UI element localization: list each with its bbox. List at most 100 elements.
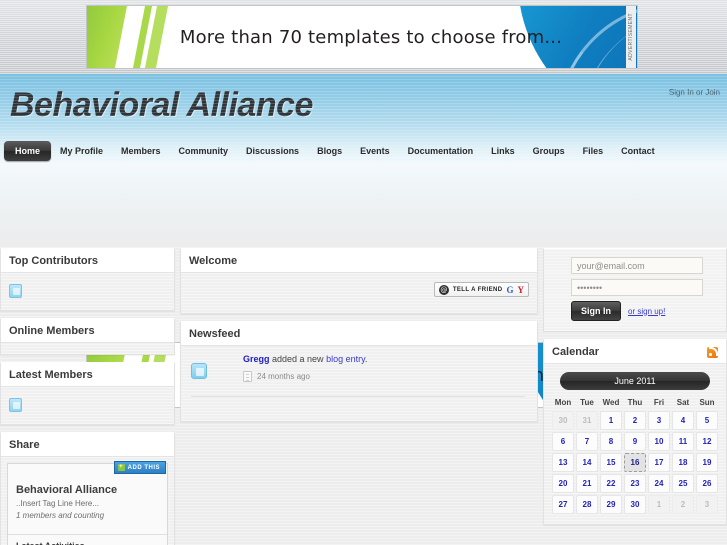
hero-ad-area bbox=[0, 164, 727, 247]
newsfeed-entry-text: Gregg added a new blog entry. bbox=[243, 354, 529, 364]
weekday-sat: Sat bbox=[676, 398, 690, 407]
advertisement-label-text: ADVERTISEMENT bbox=[628, 13, 634, 61]
share-preview-box: Behavioral Alliance ..Insert Tag Line He… bbox=[7, 463, 168, 545]
nav-item-home[interactable]: Home bbox=[4, 141, 52, 161]
calendar-day[interactable]: 14 bbox=[576, 453, 598, 472]
calendar-day[interactable]: 27 bbox=[552, 495, 574, 514]
calendar-day[interactable]: 17 bbox=[648, 453, 670, 472]
yahoo-icon[interactable]: Y bbox=[518, 285, 525, 295]
signin-button[interactable]: Sign In bbox=[571, 301, 621, 321]
nav-item-documentation[interactable]: Documentation bbox=[399, 141, 483, 161]
calendar-day[interactable]: 26 bbox=[696, 474, 718, 493]
calendar-day: 30 bbox=[552, 411, 574, 430]
nav-item-community[interactable]: Community bbox=[170, 141, 238, 161]
nav-item-files[interactable]: Files bbox=[574, 141, 613, 161]
online-members-body bbox=[1, 343, 174, 354]
latest-members-header: Latest Members bbox=[1, 363, 174, 387]
addthis-button[interactable]: + ADD THIS bbox=[113, 461, 166, 474]
calendar-day[interactable]: 12 bbox=[696, 432, 718, 451]
calendar-month-label: June 2011 bbox=[560, 372, 710, 390]
nav-item-links[interactable]: Links bbox=[482, 141, 524, 161]
weekday-tue: Tue bbox=[580, 398, 594, 407]
top-banner-ad[interactable]: More than 70 templates to choose from...… bbox=[86, 5, 638, 69]
top-contributors-body bbox=[1, 273, 174, 310]
newsfeed-avatar[interactable] bbox=[191, 363, 207, 379]
calendar-day[interactable]: 7 bbox=[576, 432, 598, 451]
nav-item-members[interactable]: Members bbox=[112, 141, 170, 161]
calendar-day[interactable]: 4 bbox=[672, 411, 694, 430]
calendar-day[interactable]: 19 bbox=[696, 453, 718, 472]
calendar-day-today[interactable]: 16 bbox=[624, 453, 646, 472]
nav-item-my-profile[interactable]: My Profile bbox=[51, 141, 112, 161]
nav-item-contact[interactable]: Contact bbox=[612, 141, 664, 161]
google-icon[interactable]: G bbox=[506, 285, 513, 295]
latest-members-title: Latest Members bbox=[9, 369, 93, 381]
plus-icon: + bbox=[117, 464, 125, 471]
email-field[interactable] bbox=[571, 257, 703, 274]
welcome-title: Welcome bbox=[189, 255, 238, 267]
signin-panel: Sign In or sign up! bbox=[543, 248, 727, 332]
newsfeed-username[interactable]: Gregg bbox=[243, 354, 270, 364]
widget-calendar: Calendar June 2011 Mon Tue Wed Thu Fri S… bbox=[543, 339, 727, 525]
calendar-day[interactable]: 8 bbox=[600, 432, 622, 451]
nav-item-discussions[interactable]: Discussions bbox=[237, 141, 308, 161]
nav-item-events[interactable]: Events bbox=[351, 141, 399, 161]
calendar-body: June 2011 Mon Tue Wed Thu Fri Sat Sun 30… bbox=[544, 364, 726, 524]
calendar-week-row: 6 7 8 9 10 11 12 bbox=[552, 432, 718, 451]
calendar-day[interactable]: 6 bbox=[552, 432, 574, 451]
calendar-day[interactable]: 9 bbox=[624, 432, 646, 451]
calendar-day[interactable]: 18 bbox=[672, 453, 694, 472]
calendar-day[interactable]: 21 bbox=[576, 474, 598, 493]
newsfeed-period: . bbox=[364, 354, 368, 364]
calendar-weekday-row: Mon Tue Wed Thu Fri Sat Sun bbox=[552, 398, 718, 409]
weekday-fri: Fri bbox=[653, 398, 665, 407]
share-member-count: 1 members and counting bbox=[16, 511, 105, 520]
newsfeed-separator bbox=[191, 396, 525, 397]
calendar-day[interactable]: 20 bbox=[552, 474, 574, 493]
calendar-day[interactable]: 22 bbox=[600, 474, 622, 493]
calendar-day[interactable]: 24 bbox=[648, 474, 670, 493]
calendar-title: Calendar bbox=[552, 346, 600, 358]
tell-a-friend-widget[interactable]: @ TELL A FRIEND G Y bbox=[433, 282, 529, 297]
tell-a-friend-wrapper: @ TELL A FRIEND G Y bbox=[187, 278, 531, 299]
nav-item-blogs[interactable]: Blogs bbox=[308, 141, 351, 161]
widget-online-members: Online Members bbox=[0, 318, 175, 355]
newsfeed-body: Gregg added a new blog entry. 24 months … bbox=[181, 346, 537, 421]
widget-newsfeed: Newsfeed Gregg added a new blog entry. 2… bbox=[180, 321, 538, 422]
calendar-day[interactable]: 13 bbox=[552, 453, 574, 472]
password-field[interactable] bbox=[571, 279, 703, 296]
newsfeed-action: added a new bbox=[269, 354, 327, 364]
calendar-day[interactable]: 15 bbox=[600, 453, 622, 472]
signup-link[interactable]: or sign up! bbox=[628, 307, 665, 316]
at-sign-icon: @ bbox=[438, 284, 449, 295]
weekday-wed: Wed bbox=[602, 398, 620, 407]
nav-item-groups[interactable]: Groups bbox=[524, 141, 574, 161]
calendar-day[interactable]: 3 bbox=[648, 411, 670, 430]
calendar-day[interactable]: 30 bbox=[624, 495, 646, 514]
newsfeed-entry: Gregg added a new blog entry. 24 months … bbox=[187, 350, 529, 390]
contributor-avatar-icon[interactable] bbox=[9, 284, 22, 298]
calendar-day[interactable]: 28 bbox=[576, 495, 598, 514]
share-body: + ADD THIS Behavioral Alliance ..Insert … bbox=[1, 457, 174, 545]
latest-members-body bbox=[1, 387, 174, 424]
rss-icon[interactable] bbox=[707, 346, 718, 358]
calendar-day[interactable]: 25 bbox=[672, 474, 694, 493]
calendar-day[interactable]: 11 bbox=[672, 432, 694, 451]
calendar-day[interactable]: 23 bbox=[624, 474, 646, 493]
latest-member-avatar-icon[interactable] bbox=[9, 398, 22, 412]
weekday-thu: Thu bbox=[627, 398, 643, 407]
calendar-day: 3 bbox=[696, 495, 718, 514]
welcome-body: @ TELL A FRIEND G Y bbox=[181, 273, 537, 313]
welcome-header: Welcome bbox=[181, 249, 537, 273]
newsfeed-header: Newsfeed bbox=[181, 322, 537, 346]
share-title: Share bbox=[9, 439, 40, 451]
calendar-day[interactable]: 1 bbox=[600, 411, 622, 430]
newsfeed-blog-link[interactable]: blog entry bbox=[326, 354, 365, 364]
calendar-day[interactable]: 29 bbox=[600, 495, 622, 514]
advertisement-label-vertical: ADVERTISEMENT bbox=[626, 6, 636, 68]
calendar-day[interactable]: 10 bbox=[648, 432, 670, 451]
calendar-day[interactable]: 5 bbox=[696, 411, 718, 430]
calendar-week-row: 27 28 29 30 1 2 3 bbox=[552, 495, 718, 514]
header-signin-link[interactable]: Sign In or Join bbox=[669, 88, 720, 97]
calendar-day[interactable]: 2 bbox=[624, 411, 646, 430]
